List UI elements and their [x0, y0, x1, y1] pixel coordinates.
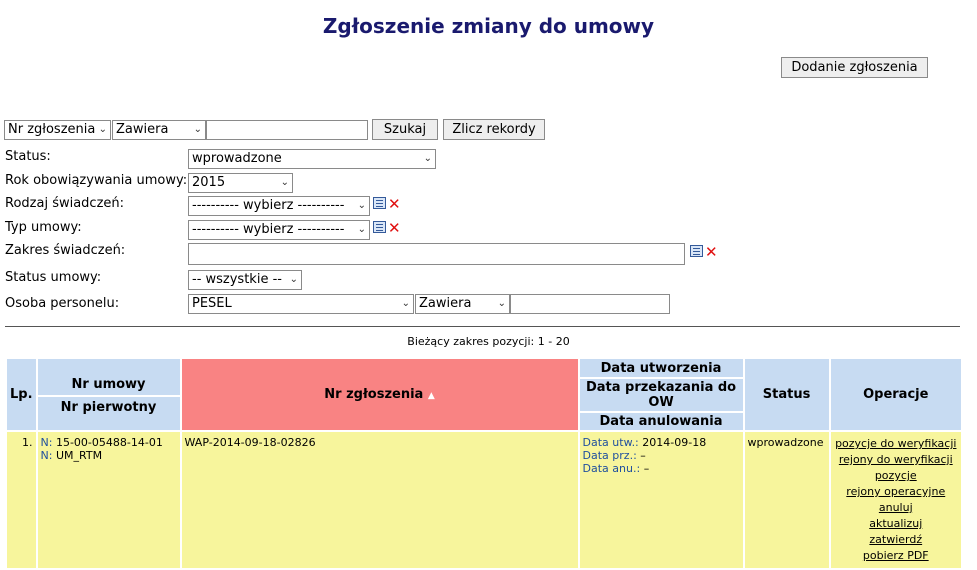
- year-select[interactable]: 2015 ⌄: [188, 173, 293, 193]
- staff-label: Osoba personelu:: [5, 296, 120, 311]
- cell-nr-zgloszenia: WAP-2014-09-18-02826: [179, 430, 580, 570]
- search-operator-select-value: Zawiera: [116, 122, 169, 137]
- col-data-prz[interactable]: Data przekazania do OW: [579, 377, 743, 411]
- cell-lp: 1.: [5, 430, 38, 570]
- col-nr-pierwotny[interactable]: Nr pierwotny: [37, 394, 180, 418]
- year-label: Rok obowiązywania umowy:: [5, 173, 188, 188]
- staff-field-select[interactable]: PESEL ⌄: [188, 294, 414, 314]
- add-request-button[interactable]: Dodanie zgłoszenia: [781, 57, 928, 78]
- cell-nr-pierwotny: N: UM_RTM: [41, 449, 177, 462]
- op-link-regions-verify[interactable]: rejony do weryfikacji: [834, 452, 958, 468]
- search-field-select[interactable]: Nr zgłoszenia ⌄: [4, 120, 111, 140]
- col-operacje: Operacje: [828, 357, 964, 432]
- nr-pierwotny-value: UM_RTM: [55, 449, 103, 462]
- cell-dates: Data utw.: 2014-09-18 Data prz.: – Data …: [577, 430, 745, 570]
- contract-type-label: Typ umowy:: [5, 220, 82, 235]
- benefit-kind-select-value: ---------- wybierz ----------: [192, 198, 345, 213]
- chevron-down-icon: ⌄: [98, 124, 107, 135]
- col-nr-umowy[interactable]: Nr umowy: [41, 372, 177, 395]
- page-title: Zgłoszenie zmiany do umowy: [322, 14, 655, 38]
- contract-status-select[interactable]: -- wszystkie -- ⌄: [188, 270, 302, 290]
- chevron-down-icon: ⌄: [357, 224, 366, 235]
- data-prz-label: Data prz.:: [582, 449, 637, 462]
- benefit-kind-label: Rodzaj świadczeń:: [5, 196, 125, 211]
- contract-type-select[interactable]: ---------- wybierz ---------- ⌄: [188, 220, 370, 240]
- table-row: 1. N: 15-00-05488-14-01 N: UM_RTM WAP-20…: [5, 430, 964, 570]
- search-input[interactable]: [206, 120, 368, 140]
- divider: [5, 326, 960, 327]
- list-icon[interactable]: [690, 245, 703, 257]
- staff-value-input[interactable]: [510, 294, 670, 314]
- op-link-approve[interactable]: zatwierdź: [834, 532, 958, 548]
- chevron-down-icon: ⌄: [401, 298, 410, 309]
- benefit-range-label: Zakres świadczeń:: [5, 243, 126, 258]
- cell-status: wprowadzone: [742, 430, 831, 570]
- range-info: Bieżący zakres pozycji: 1 - 20: [407, 335, 570, 348]
- contract-status-select-value: -- wszystkie --: [192, 272, 282, 287]
- op-link-update[interactable]: aktualizuj: [834, 516, 958, 532]
- chevron-down-icon: ⌄: [280, 177, 289, 188]
- op-link-cancel[interactable]: anuluj: [834, 500, 958, 516]
- cell-contract: N: 15-00-05488-14-01 N: UM_RTM: [35, 430, 182, 570]
- benefit-range-field[interactable]: [188, 243, 685, 265]
- chevron-down-icon: ⌄: [497, 298, 506, 309]
- sort-asc-icon: ▲: [427, 391, 435, 401]
- chevron-down-icon: ⌄: [193, 124, 202, 135]
- op-link-regions-operational[interactable]: rejony operacyjne: [834, 484, 958, 500]
- clear-icon[interactable]: ✕: [388, 221, 401, 236]
- op-link-positions[interactable]: pozycje: [834, 468, 958, 484]
- status-select-value: wprowadzone: [192, 151, 282, 166]
- staff-operator-select[interactable]: Zawiera ⌄: [415, 294, 510, 314]
- cell-operations: pozycje do weryfikacji rejony do weryfik…: [828, 430, 964, 570]
- col-data-utw[interactable]: Data utworzenia: [580, 359, 743, 377]
- col-contract-number[interactable]: Nr umowy Nr pierwotny: [35, 357, 182, 432]
- label-n: N:: [40, 436, 53, 449]
- year-select-value: 2015: [192, 175, 226, 190]
- col-nr-zgloszenia[interactable]: Nr zgłoszenia ▲: [179, 357, 580, 432]
- chevron-down-icon: ⌄: [423, 153, 432, 164]
- staff-field-select-value: PESEL: [192, 296, 232, 311]
- clear-icon[interactable]: ✕: [388, 197, 401, 212]
- cell-nr-umowy: N: 15-00-05488-14-01: [41, 436, 177, 449]
- clear-icon[interactable]: ✕: [705, 245, 718, 260]
- results-table: Lp. Nr umowy Nr pierwotny Nr zgłoszenia …: [5, 357, 964, 570]
- label-n: N:: [40, 449, 53, 462]
- col-lp: Lp.: [5, 357, 38, 432]
- search-button[interactable]: Szukaj: [372, 119, 438, 140]
- data-utw-value: 2014-09-18: [642, 436, 707, 449]
- status-label: Status:: [5, 149, 51, 164]
- status-select[interactable]: wprowadzone ⌄: [188, 149, 436, 169]
- col-dates[interactable]: Data utworzenia Data przekazania do OW D…: [577, 357, 745, 432]
- col-status[interactable]: Status: [742, 357, 831, 432]
- data-utw-label: Data utw.:: [582, 436, 639, 449]
- list-icon[interactable]: [373, 197, 386, 209]
- chevron-down-icon: ⌄: [289, 274, 298, 285]
- data-prz-value: –: [640, 449, 646, 462]
- count-records-button[interactable]: Zlicz rekordy: [443, 119, 545, 140]
- op-link-download-pdf[interactable]: pobierz PDF: [834, 548, 958, 564]
- data-anu-value: –: [643, 462, 650, 475]
- list-icon[interactable]: [373, 221, 386, 233]
- col-data-anu[interactable]: Data anulowania: [579, 411, 743, 430]
- benefit-kind-select[interactable]: ---------- wybierz ---------- ⌄: [188, 196, 370, 216]
- staff-operator-select-value: Zawiera: [419, 296, 472, 311]
- contract-type-select-value: ---------- wybierz ----------: [192, 222, 345, 237]
- search-field-select-value: Nr zgłoszenia: [8, 122, 96, 137]
- chevron-down-icon: ⌄: [357, 200, 366, 211]
- nr-umowy-value: 15-00-05488-14-01: [55, 436, 163, 449]
- contract-status-label: Status umowy:: [5, 270, 102, 285]
- data-anu-label: Data anu.:: [582, 462, 641, 475]
- search-operator-select[interactable]: Zawiera ⌄: [112, 120, 206, 140]
- op-link-positions-verify[interactable]: pozycje do weryfikacji: [834, 436, 958, 452]
- col-nr-zgloszenia-label: Nr zgłoszenia: [324, 387, 424, 402]
